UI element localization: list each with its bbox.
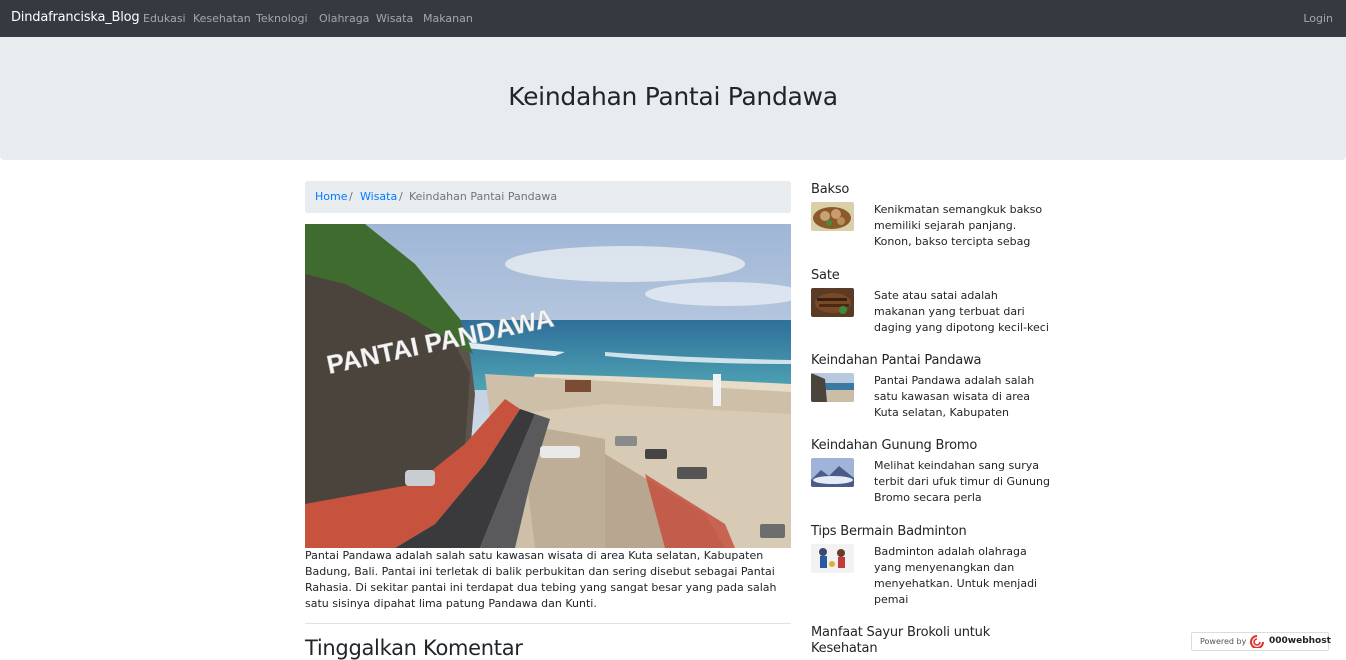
breadcrumb: Home / Wisata / Keindahan Pantai Pandawa: [305, 181, 791, 213]
sidebar-post-excerpt: Melihat keindahan sang surya terbit dari…: [874, 459, 1050, 504]
bromo-thumbnail-icon[interactable]: [811, 458, 854, 487]
sate-thumbnail-icon[interactable]: [811, 288, 854, 317]
sidebar-post-title[interactable]: Sate: [811, 268, 840, 283]
article-image: PANTAI PANDAWA: [305, 224, 791, 548]
nav-item-olahraga[interactable]: Olahraga: [319, 12, 369, 25]
pantai-thumbnail-icon[interactable]: [811, 373, 854, 402]
webhost-name: 000webhost: [1269, 636, 1331, 646]
sidebar-post-excerpt: Pantai Pandawa adalah salah satu kawasan…: [874, 374, 1035, 419]
sidebar-post-title[interactable]: Keindahan Gunung Bromo: [811, 438, 977, 453]
brand-link[interactable]: Dindafranciska_Blog: [11, 10, 140, 25]
breadcrumb-wisata[interactable]: Wisata: [360, 190, 397, 203]
breadcrumb-current: Keindahan Pantai Pandawa: [409, 190, 558, 203]
divider: [305, 623, 791, 624]
sidebar-post-excerpt: Sate atau satai adalah makanan yang terb…: [874, 289, 1049, 334]
sidebar-post-excerpt: Badminton adalah olahraga yang menyenang…: [874, 545, 1038, 606]
webhost-logo-icon: [1250, 635, 1264, 648]
beach-photo-icon: PANTAI PANDAWA: [305, 224, 791, 548]
nav-item-makanan[interactable]: Makanan: [423, 12, 473, 25]
page-header: Keindahan Pantai Pandawa: [0, 37, 1346, 160]
breadcrumb-separator: /: [399, 190, 403, 203]
breadcrumb-home[interactable]: Home: [315, 190, 347, 203]
navbar: Dindafranciska_Blog Edukasi Kesehatan Te…: [0, 0, 1346, 37]
sidebar-post-title[interactable]: Bakso: [811, 182, 849, 197]
comment-section-title: Tinggalkan Komentar: [305, 636, 523, 660]
bakso-thumbnail-icon[interactable]: [811, 202, 854, 231]
nav-item-teknologi[interactable]: Teknologi: [256, 12, 308, 25]
sidebar-post-title[interactable]: Keindahan Pantai Pandawa: [811, 353, 981, 368]
nav-item-kesehatan[interactable]: Kesehatan: [193, 12, 251, 25]
sidebar-post-title[interactable]: Tips Bermain Badminton: [811, 524, 967, 539]
article-body: Pantai Pandawa adalah salah satu kawasan…: [305, 549, 777, 610]
badminton-thumbnail-icon[interactable]: [811, 544, 854, 573]
powered-by-label: Powered by: [1200, 637, 1247, 646]
breadcrumb-separator: /: [349, 190, 353, 203]
page-title: Keindahan Pantai Pandawa: [508, 82, 838, 111]
sidebar-post-excerpt: Kenikmatan semangkuk bakso memiliki seja…: [874, 203, 1043, 248]
powered-by-badge[interactable]: Powered by 000webhost: [1191, 632, 1331, 651]
nav-item-edukasi[interactable]: Edukasi: [143, 12, 186, 25]
sidebar-post-title[interactable]: Manfaat Sayur Brokoli untuk Kesehatan: [811, 625, 1011, 657]
login-link[interactable]: Login: [1303, 12, 1333, 25]
nav-item-wisata[interactable]: Wisata: [376, 12, 413, 25]
